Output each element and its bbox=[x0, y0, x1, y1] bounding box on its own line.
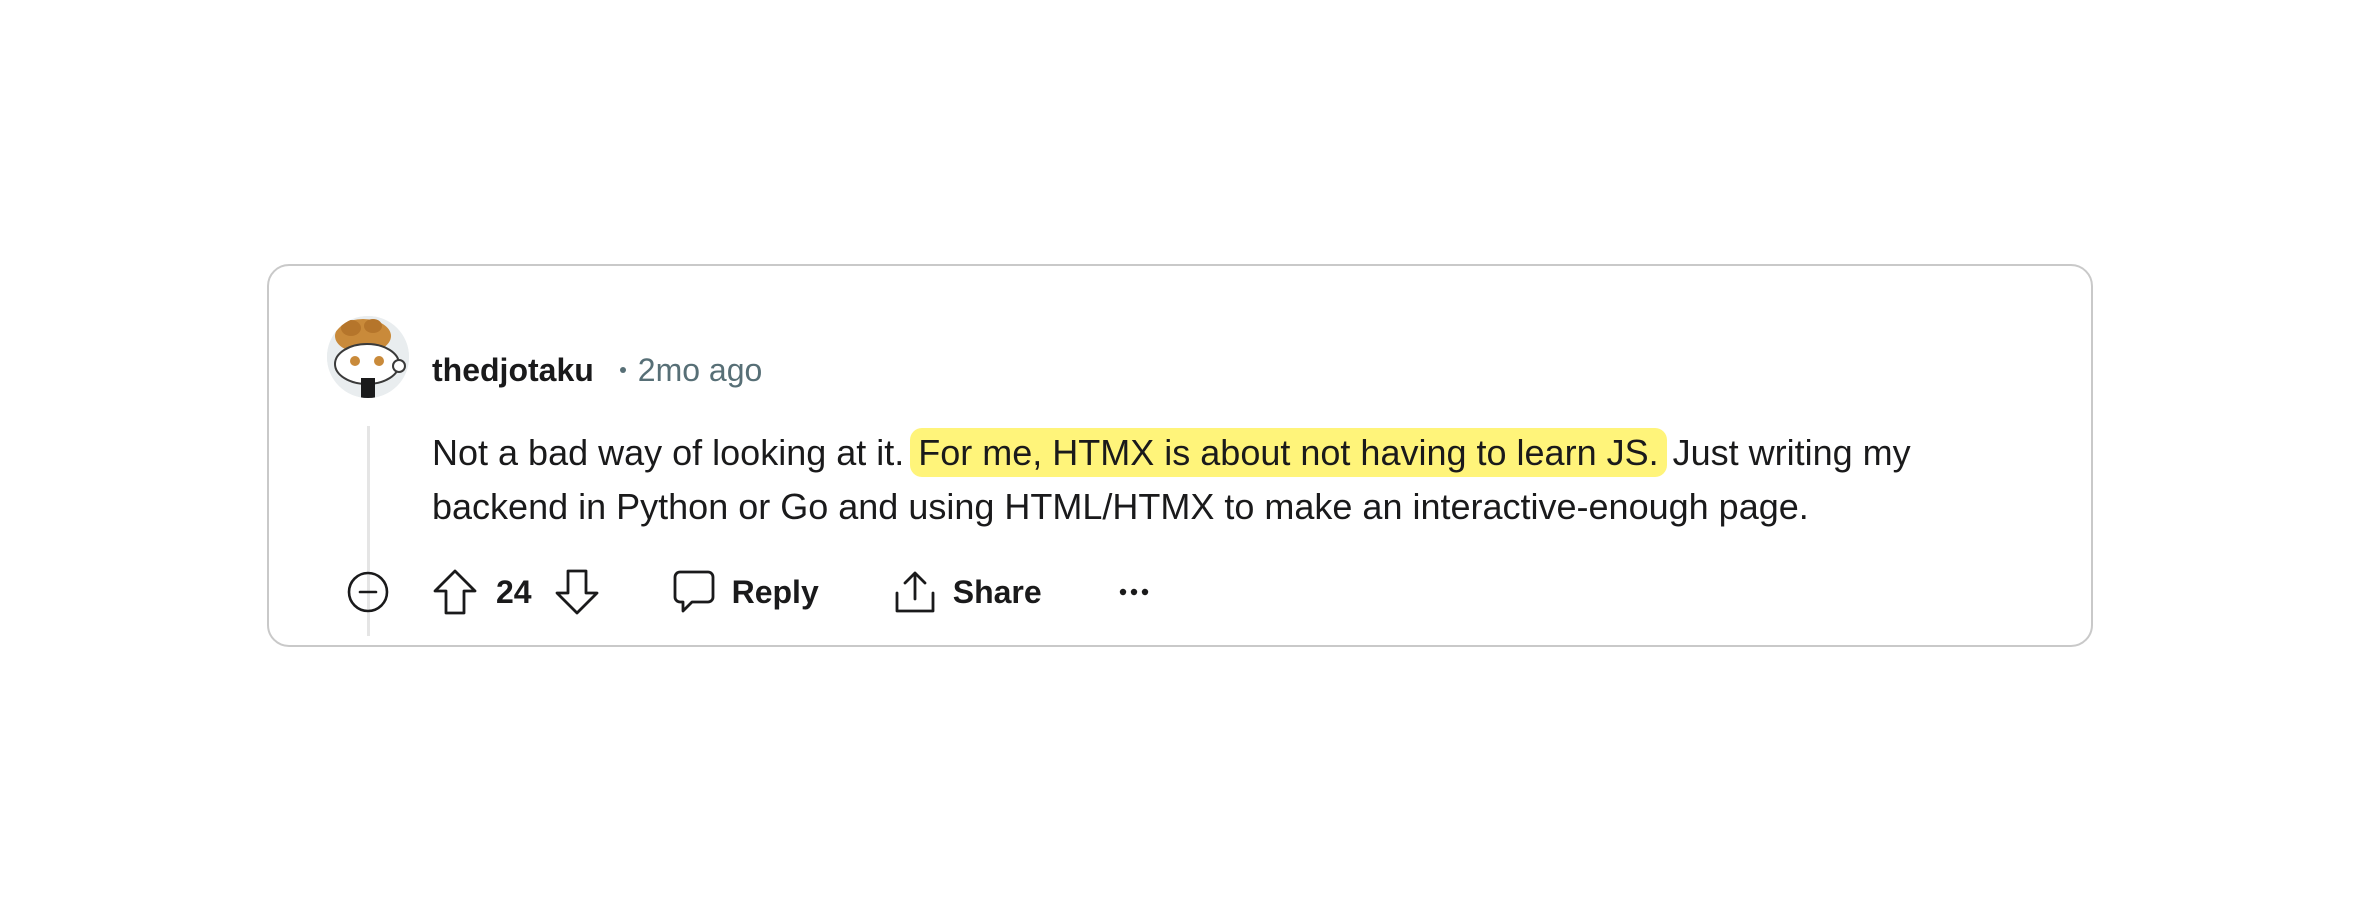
comment-bubble-icon bbox=[673, 570, 714, 613]
reply-label: Reply bbox=[731, 573, 819, 610]
username[interactable]: thedjotaku bbox=[432, 352, 594, 389]
ellipsis-icon bbox=[1119, 588, 1148, 596]
more-options-button[interactable] bbox=[1114, 572, 1154, 612]
timestamp[interactable]: 2mo ago bbox=[638, 352, 763, 389]
comment-text-before: Not a bad way of looking at it. bbox=[432, 432, 915, 473]
reply-button[interactable]: Reply bbox=[672, 569, 819, 615]
comment-header: thedjotaku 2mo ago bbox=[432, 350, 762, 390]
snoo-avatar-icon bbox=[327, 316, 409, 398]
user-avatar[interactable] bbox=[327, 316, 409, 398]
comment-body: Not a bad way of looking at it. For me, … bbox=[432, 426, 2052, 534]
arrow-up-icon bbox=[433, 569, 477, 615]
comment-card: thedjotaku 2mo ago Not a bad way of look… bbox=[267, 264, 2093, 647]
comment-actions: 24 Reply Share bbox=[344, 564, 1154, 620]
separator-dot bbox=[619, 367, 626, 373]
share-label: Share bbox=[952, 573, 1042, 610]
upvote-button[interactable] bbox=[430, 567, 480, 617]
collapse-button[interactable] bbox=[344, 568, 392, 616]
comment-text-highlight: For me, HTMX is about not having to lear… bbox=[910, 428, 1667, 477]
minus-circle-icon bbox=[347, 571, 389, 613]
downvote-button[interactable] bbox=[552, 567, 602, 617]
vote-score: 24 bbox=[496, 573, 532, 610]
arrow-down-icon bbox=[555, 569, 598, 615]
share-upload-icon bbox=[895, 571, 935, 613]
share-button[interactable]: Share bbox=[893, 569, 1042, 615]
